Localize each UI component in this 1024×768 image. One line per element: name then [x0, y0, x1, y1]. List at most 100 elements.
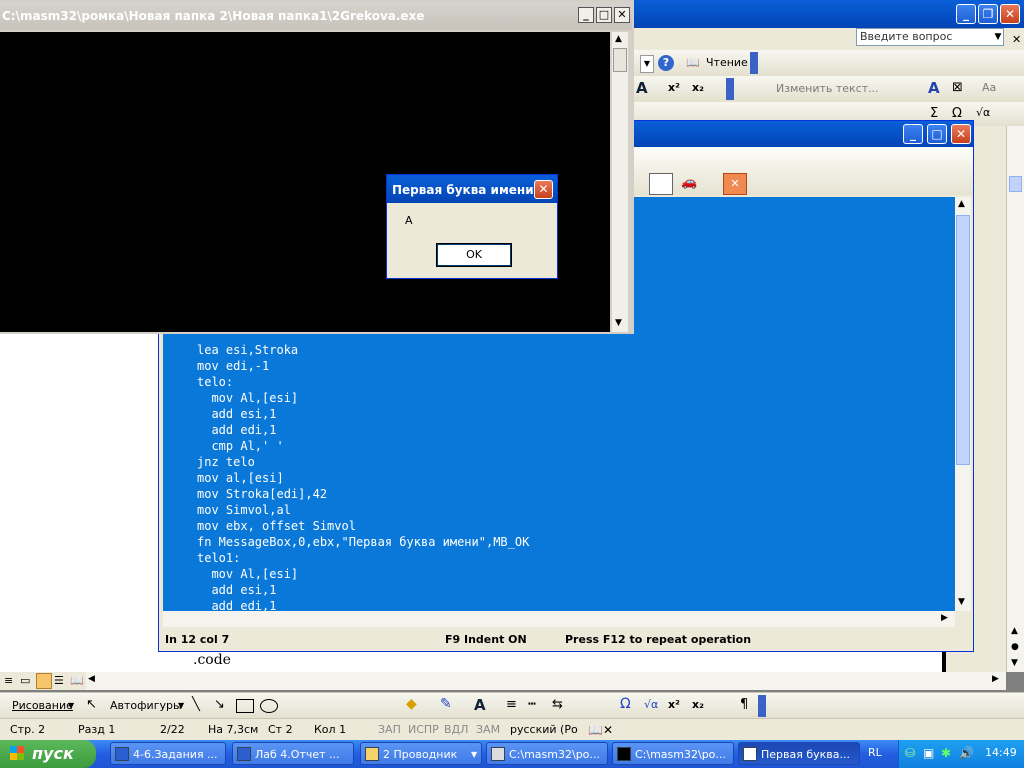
network-icon[interactable]: ⛁	[905, 746, 915, 760]
subscript-icon[interactable]: x₂	[692, 698, 704, 711]
sqrt-icon[interactable]: √α	[644, 698, 658, 711]
toolbar-options-icon[interactable]	[726, 78, 734, 100]
subscript-icon[interactable]: x₂	[692, 81, 704, 94]
word-icon	[115, 747, 129, 761]
omega-icon[interactable]: Ω	[620, 696, 631, 712]
normal-view-icon[interactable]: ≡	[4, 674, 13, 687]
prev-page-icon[interactable]: ▲	[1011, 626, 1018, 636]
start-button[interactable]: пуск	[0, 740, 96, 768]
language-indicator[interactable]: RL	[868, 746, 882, 759]
status-line: Ст 2	[268, 723, 293, 736]
sigma-icon[interactable]: Σ	[930, 106, 938, 121]
close-button[interactable]: ✕	[951, 124, 971, 144]
reading-mode-button[interactable]: 📖 Чтение	[684, 54, 748, 72]
console-window: C:\masm32\ромка\Новая папка 2\Новая папк…	[0, 0, 634, 334]
minimize-button[interactable]: _	[578, 7, 594, 23]
print-layout-icon[interactable]	[36, 673, 52, 689]
text-size-icon[interactable]: Aa	[982, 81, 996, 94]
font-color-icon[interactable]: A	[474, 696, 486, 714]
taskbar-item[interactable]: Первая буква...	[738, 742, 860, 765]
scrollbar-thumb[interactable]	[613, 48, 627, 72]
arrow-style-icon[interactable]: ⇆	[552, 697, 563, 712]
close-button[interactable]: ✕	[1000, 4, 1020, 24]
status-ovr[interactable]: ЗАМ	[476, 723, 500, 736]
taskbar-item[interactable]: 2 Проводник ▼	[360, 742, 482, 765]
toolbar-options-icon[interactable]	[750, 52, 758, 74]
autoshapes-menu-button[interactable]: Автофигуры	[110, 699, 182, 712]
word-horizontal-scrollbar[interactable]: ◀ ▶	[86, 672, 1006, 690]
oval-icon[interactable]	[260, 699, 278, 713]
chevron-down-icon[interactable]: ▼	[992, 29, 1004, 45]
word-vertical-scrollbar[interactable]: ▲ ● ▼	[1006, 126, 1024, 672]
browse-object-icon[interactable]: ●	[1011, 642, 1019, 652]
taskbar-item[interactable]: 4-6.Задания ...	[110, 742, 226, 765]
line-style-icon[interactable]: ≡	[506, 697, 517, 712]
font-color-icon[interactable]: A	[636, 79, 648, 97]
maximize-button[interactable]: □	[596, 7, 612, 23]
omega-icon[interactable]: Ω	[952, 106, 962, 121]
taskbar-item[interactable]: C:\masm32\ро...	[612, 742, 734, 765]
scrollbar-thumb[interactable]	[1009, 176, 1022, 192]
scroll-up-icon[interactable]: ▲	[958, 199, 965, 209]
status-rec[interactable]: ЗАП	[378, 723, 401, 736]
status-ext[interactable]: ВДЛ	[444, 723, 468, 736]
maximize-button[interactable]: □	[927, 124, 947, 144]
code-line: telo1:	[197, 551, 241, 565]
next-page-icon[interactable]: ▼	[1011, 658, 1018, 668]
restore-button[interactable]: ❐	[978, 4, 998, 24]
reading-view-icon[interactable]: 📖	[70, 674, 84, 687]
taskbar-item[interactable]: Лаб 4.Отчет ...	[232, 742, 354, 765]
line-color-icon[interactable]: ✎	[440, 696, 452, 712]
close-icon[interactable]: ⊠	[952, 80, 963, 95]
fill-color-icon[interactable]: ◆	[406, 696, 417, 712]
help-icon[interactable]: ?	[658, 55, 674, 71]
drawing-menu-button[interactable]: Рисование	[12, 699, 73, 712]
taskbar-item[interactable]: C:\masm32\ро...	[486, 742, 608, 765]
close-button[interactable]: ✕	[534, 180, 553, 199]
pilcrow-icon[interactable]: ¶	[740, 697, 748, 712]
scroll-right-icon[interactable]: ▶	[941, 613, 948, 623]
car-icon[interactable]: 🚗	[681, 175, 697, 190]
minimize-button[interactable]: _	[903, 124, 923, 144]
close-icon[interactable]: ✕	[723, 173, 747, 195]
ok-button[interactable]: OK	[436, 243, 512, 267]
outline-view-icon[interactable]: ☰	[54, 674, 64, 687]
antivirus-icon[interactable]: ✱	[941, 746, 951, 760]
select-objects-icon[interactable]: ↖	[86, 697, 97, 712]
status-trk[interactable]: ИСПР	[408, 723, 439, 736]
monitor-icon[interactable]: ▣	[923, 746, 934, 760]
sqrt-icon[interactable]: √α	[976, 106, 990, 119]
status-col: Кол 1	[314, 723, 347, 736]
dash-style-icon[interactable]: ┅	[528, 697, 536, 712]
arrow-icon[interactable]: ↘	[214, 697, 225, 712]
spelling-status-icon[interactable]: 📖✕	[588, 723, 613, 737]
console-vertical-scrollbar[interactable]: ▲ ▼	[612, 32, 628, 332]
close-doc-icon[interactable]: ✕	[1012, 33, 1021, 46]
windows-logo-icon	[10, 746, 24, 760]
scrollbar-thumb[interactable]	[956, 215, 970, 465]
scroll-up-icon[interactable]: ▲	[615, 34, 622, 44]
line-icon[interactable]: ╲	[192, 697, 200, 712]
blank-page-icon[interactable]	[649, 173, 673, 195]
minimize-button[interactable]: _	[956, 4, 976, 24]
superscript-icon[interactable]: x²	[668, 81, 680, 94]
code-line: add esi,1	[197, 407, 277, 421]
scroll-down-icon[interactable]: ▼	[958, 597, 965, 607]
scroll-right-icon[interactable]: ▶	[992, 674, 999, 684]
chevron-down-icon: ▼	[178, 701, 185, 710]
close-button[interactable]: ✕	[614, 7, 630, 23]
console-title: C:\masm32\ромка\Новая папка 2\Новая папк…	[2, 9, 425, 23]
zoom-dropdown[interactable]: ▼	[640, 55, 654, 73]
superscript-icon[interactable]: x²	[668, 698, 680, 711]
toolbar-options-icon[interactable]	[758, 695, 766, 717]
scroll-down-icon[interactable]: ▼	[615, 318, 622, 328]
scroll-left-icon[interactable]: ◀	[88, 674, 95, 684]
wordart-icon[interactable]: A	[928, 79, 940, 97]
volume-icon[interactable]: 🔊	[959, 746, 974, 760]
editor-horizontal-scrollbar[interactable]: ▶	[163, 611, 955, 627]
rectangle-icon[interactable]	[236, 699, 254, 713]
help-search-input[interactable]: Введите вопрос	[856, 28, 1004, 46]
edit-text-button[interactable]: Изменить текст...	[776, 82, 879, 95]
web-view-icon[interactable]: ▭	[20, 674, 30, 687]
editor-vertical-scrollbar[interactable]: ▲ ▼	[955, 197, 971, 611]
